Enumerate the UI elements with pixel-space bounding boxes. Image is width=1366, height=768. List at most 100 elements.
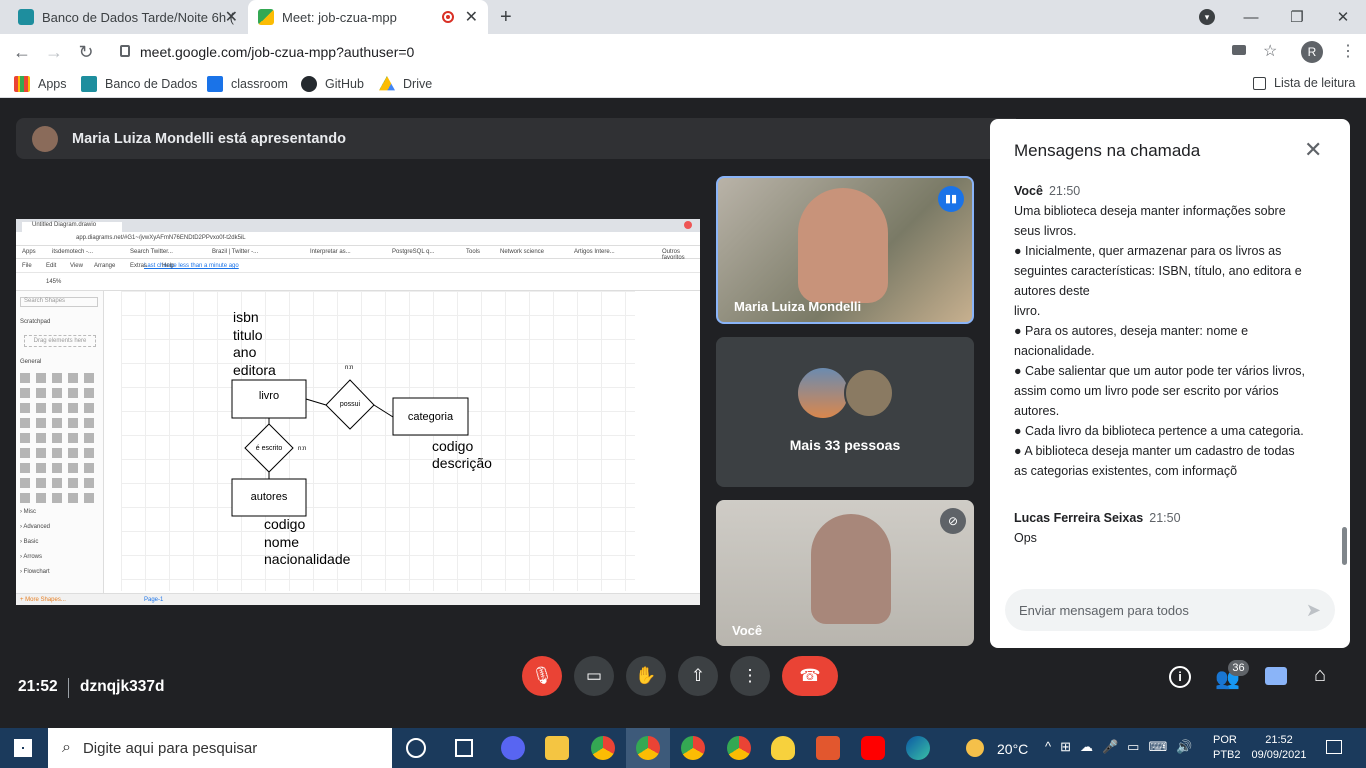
message-line: seguintes características: ISBN, título,…	[1014, 264, 1302, 278]
taskbar-search[interactable]: ⌕ Digite aqui para pesquisar	[48, 728, 392, 768]
avatar	[32, 125, 58, 152]
search-placeholder: Digite aqui para pesquisar	[82, 739, 258, 757]
camera-icon[interactable]	[1232, 45, 1246, 55]
more-options-button[interactable]: ⋮	[730, 656, 770, 696]
menu-icon[interactable]: ⋮	[1340, 41, 1356, 61]
new-tab-button[interactable]: +	[500, 6, 512, 29]
chrome-profile-icon[interactable]	[727, 736, 751, 760]
meeting-code: dznqjk337d	[80, 678, 165, 695]
message-sender: Você	[1014, 184, 1043, 198]
close-window-button[interactable]: ✕	[1320, 0, 1366, 34]
language-indicator[interactable]: POR PTB2	[1213, 733, 1241, 763]
search-icon: ⌕	[62, 739, 71, 756]
attribute-label: isbn	[233, 309, 259, 325]
chrome-profile-icon[interactable]	[636, 736, 660, 760]
close-tab-icon[interactable]: ✕	[465, 7, 478, 27]
cortana-icon[interactable]	[406, 738, 426, 758]
attribute-label: nacionalidade	[264, 551, 351, 567]
keyboard-layout: PTB2	[1213, 749, 1241, 761]
discord-icon[interactable]	[501, 736, 525, 760]
attribute-label: codigo	[432, 438, 474, 454]
message-line: autores.	[1014, 404, 1060, 418]
close-tab-icon[interactable]: ✕	[225, 7, 238, 27]
file-explorer-icon[interactable]	[545, 736, 569, 760]
activities-icon[interactable]: ⌂	[1314, 664, 1326, 687]
system-tray-icons[interactable]: ^⊞☁🎤▭⌨🔊	[1045, 739, 1201, 755]
chat-input[interactable]: Enviar mensagem para todos ➤	[1005, 589, 1335, 631]
autores-label: autores	[250, 491, 288, 503]
camera-toggle-button[interactable]: ▭	[574, 656, 614, 696]
attribute-label: nome	[264, 533, 300, 550]
bookmark-apps[interactable]: Apps	[14, 76, 67, 92]
participant-tile-others[interactable]: Mais 33 pessoas	[716, 337, 974, 487]
nn-top-label: n:n	[345, 365, 354, 371]
browser-tab-strip: Banco de Dados Tarde/Noite 6h ( ✕ Meet: …	[0, 0, 1366, 34]
close-chat-icon[interactable]: ✕	[1304, 137, 1322, 163]
bookmark-github[interactable]: GitHub	[301, 76, 364, 92]
participant-tile-self[interactable]: ⊘ Você	[716, 500, 974, 646]
chat-input-placeholder: Enviar mensagem para todos	[1019, 602, 1189, 618]
minimize-button[interactable]: —	[1228, 0, 1274, 34]
bookmark-drive[interactable]: Drive	[379, 76, 432, 92]
tab-banco-de-dados[interactable]: Banco de Dados Tarde/Noite 6h ( ✕	[8, 0, 248, 34]
bookmark-star-icon[interactable]: ☆	[1263, 41, 1277, 61]
message-line: assim como um livro pode ser escrito por…	[1014, 384, 1279, 398]
present-button[interactable]: ⇧	[678, 656, 718, 696]
clock-time: 21:52	[1265, 734, 1293, 746]
info-icon[interactable]: i	[1169, 666, 1191, 688]
weather-temp[interactable]: 20°C	[997, 741, 1028, 757]
tab-search-icon[interactable]: ▾	[1199, 9, 1215, 25]
tab-meet[interactable]: Meet: job-czua-mpp ✕	[248, 0, 488, 34]
reading-list-icon	[1253, 76, 1266, 90]
github-icon	[301, 76, 317, 92]
chrome-icon[interactable]	[591, 736, 615, 760]
chat-message: Lucas Ferreira Seixas 21:50 Ops	[1014, 508, 1324, 548]
windows-start-icon[interactable]	[14, 739, 32, 757]
categoria-label: categoria	[407, 411, 454, 423]
recording-icon	[442, 11, 454, 23]
maximize-button[interactable]: ❐	[1274, 0, 1320, 34]
message-line: ● Para os autores, deseja manter: nome e	[1014, 324, 1249, 338]
bulb-icon[interactable]	[771, 736, 795, 760]
others-count: Mais 33 pessoas	[789, 437, 901, 453]
address-bar[interactable]: meet.google.com/job-czua-mpp?authuser=0	[110, 38, 1290, 66]
attribute-label: editora	[233, 361, 276, 378]
autores-attributes: codigo nome nacionalidade	[264, 516, 350, 569]
clock[interactable]: 21:52 09/09/2021	[1250, 733, 1308, 763]
divider	[68, 678, 69, 698]
chat-message: Você 21:50 Uma biblioteca deseja manter i…	[1014, 181, 1324, 481]
youtube-icon[interactable]	[861, 736, 885, 760]
bookmark-classroom[interactable]: classroom	[207, 76, 288, 92]
office-icon[interactable]	[816, 736, 840, 760]
chrome-profile-icon[interactable]	[681, 736, 705, 760]
message-line: ● Cabe salientar que um autor pode ter v…	[1014, 364, 1306, 378]
mic-toggle-button[interactable]: 🎙	[522, 656, 562, 696]
send-icon[interactable]: ➤	[1306, 600, 1321, 621]
forward-icon[interactable]: →	[42, 40, 66, 64]
profile-avatar[interactable]: R	[1301, 41, 1323, 63]
chat-icon[interactable]	[1265, 667, 1287, 685]
classroom-icon	[207, 76, 223, 92]
notifications-icon[interactable]	[1326, 740, 1342, 754]
meeting-time: 21:52	[18, 678, 58, 695]
reading-list[interactable]: Lista de leitura	[1253, 76, 1355, 90]
chat-scrollbar[interactable]	[1342, 527, 1347, 565]
message-line: ● Inicialmente, quer armazenar para os l…	[1014, 244, 1282, 258]
back-icon[interactable]: ←	[10, 40, 34, 64]
edge-icon[interactable]	[906, 736, 930, 760]
task-view-icon[interactable]	[455, 739, 473, 757]
reading-list-label: Lista de leitura	[1274, 76, 1356, 90]
presented-screen[interactable]: Untitled Diagram.drawio app.diagrams.net…	[16, 219, 700, 605]
message-body: Ops	[1014, 528, 1324, 548]
mic-off-icon: ⊘	[940, 508, 966, 534]
message-time: 21:50	[1149, 511, 1181, 525]
participants-badge: 36	[1228, 660, 1249, 676]
message-line: as categorias existentes, com informaçõ	[1014, 464, 1238, 478]
participant-tile-maria[interactable]: ▮▮ Maria Luiza Mondelli	[716, 176, 974, 324]
raise-hand-button[interactable]: ✋	[626, 656, 666, 696]
leave-call-button[interactable]: ☎	[782, 656, 838, 696]
bookmark-banco-de-dados[interactable]: Banco de Dados	[81, 76, 197, 92]
message-line: Uma biblioteca deseja manter informações…	[1014, 204, 1286, 218]
reload-icon[interactable]: ↻	[74, 40, 98, 64]
categoria-attributes: codigo descrição	[432, 438, 492, 472]
